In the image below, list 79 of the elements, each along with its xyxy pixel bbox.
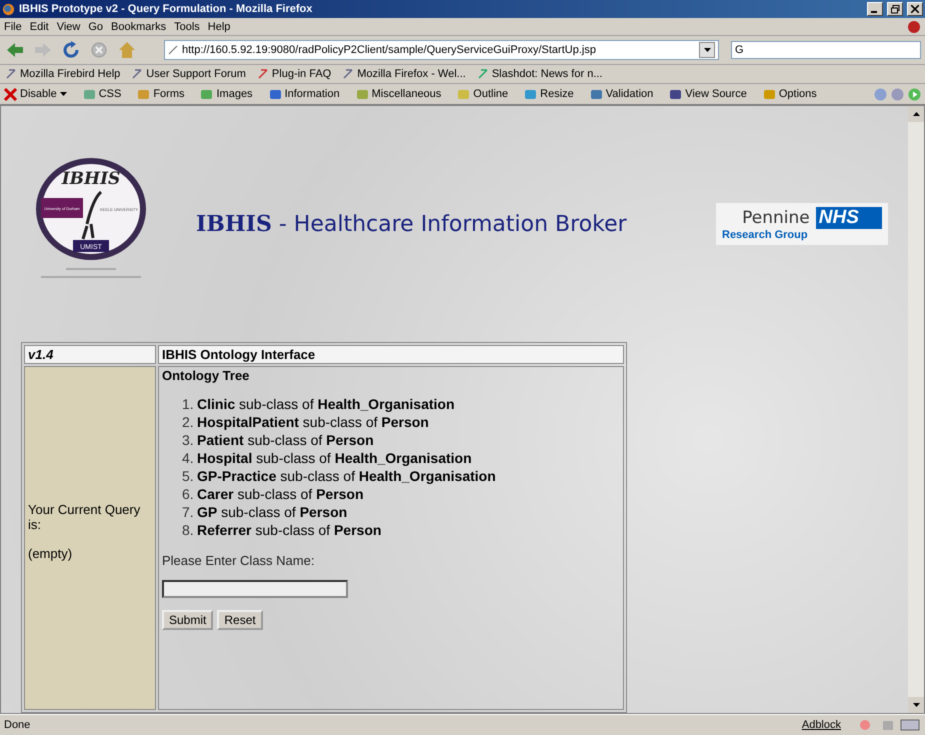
menu-item[interactable]: File — [4, 20, 22, 32]
ontology-item: HospitalPatient sub-class of Person — [197, 413, 429, 431]
reset-button[interactable]: Reset — [217, 610, 263, 630]
close-button[interactable] — [907, 2, 923, 16]
item-number: 7. — [182, 503, 192, 521]
status-text: Done — [4, 719, 32, 731]
bookmark-link[interactable]: Plug-in FAQ — [258, 68, 332, 80]
restore-icon — [890, 4, 900, 14]
dropdown-button[interactable] — [699, 42, 715, 58]
caret-icon — [704, 48, 710, 52]
menu-item[interactable]: Go — [88, 20, 104, 32]
item-number: 2. — [182, 413, 192, 431]
toolbar-icon — [137, 88, 150, 100]
ontology-item: GP-Practice sub-class of Health_Organisation — [197, 467, 496, 485]
item-number: 3. — [182, 431, 192, 449]
class-name-field[interactable] — [162, 580, 348, 598]
item-number: 8. — [182, 521, 192, 539]
menu-item[interactable]: Bookmarks — [111, 20, 166, 32]
toolbar-button[interactable]: Images — [200, 88, 253, 100]
page-heading: IBHIS - Healthcare Information Broker — [196, 211, 627, 237]
class-name-label: Please Enter Class Name: — [162, 553, 316, 568]
caret-icon — [60, 92, 67, 96]
bookmark-link[interactable]: Mozilla Firebird Help — [6, 68, 120, 80]
toolbar-button[interactable]: Miscellaneous — [356, 88, 442, 100]
bookmark-link[interactable]: Slashdot: News for n... — [478, 68, 602, 80]
toolbar-button[interactable]: View Source — [669, 88, 747, 100]
scroll-down-icon[interactable] — [912, 703, 920, 707]
item-number: 6. — [182, 485, 192, 503]
toolbar-icon — [200, 88, 214, 100]
item-number: 4. — [182, 449, 192, 467]
adblock-link[interactable]: Adblock — [802, 719, 841, 731]
toolbar-button[interactable]: Disable — [4, 88, 67, 100]
menu-item[interactable]: Edit — [30, 20, 49, 32]
bookmark-link[interactable]: User Support Forum — [132, 68, 246, 80]
scrollbar[interactable] — [908, 106, 924, 713]
table-header: IBHIS Ontology Interface — [158, 345, 624, 364]
toolbar-button[interactable]: Validation — [590, 88, 654, 100]
window-title: IBHIS Prototype v2 - Query Formulation - Mozilla Firefox — [19, 3, 314, 15]
cross-icon — [4, 88, 17, 100]
toolbar-button[interactable]: CSS — [82, 88, 122, 100]
toolbar-icon — [590, 88, 603, 100]
restore-button[interactable] — [887, 2, 903, 16]
toolbar-button[interactable]: Resize — [524, 88, 574, 100]
version-cell: v1.4 — [24, 345, 156, 364]
toolbar-icon — [268, 88, 282, 100]
menu-item[interactable]: Tools — [174, 20, 200, 32]
item-number: 5. — [182, 467, 192, 485]
query-value: (empty) — [28, 546, 74, 560]
toolbar-button[interactable]: Outline — [457, 88, 508, 100]
minimize-button[interactable] — [867, 2, 883, 16]
ontology-item: Carer sub-class of Person — [197, 485, 364, 503]
toolbar-icon — [457, 88, 470, 100]
toolbar-button[interactable]: Information — [268, 88, 340, 100]
submit-button[interactable]: Submit — [162, 610, 214, 630]
query-label: Your Current Query is: — [28, 502, 142, 532]
toolbar-icon — [82, 88, 96, 100]
scroll-up-icon[interactable] — [912, 112, 920, 116]
toolbar-icon — [762, 88, 776, 100]
toolbar-icon — [356, 88, 369, 100]
ontology-item: Patient sub-class of Person — [197, 431, 374, 449]
search-field[interactable]: G — [731, 41, 921, 59]
toolbar-button[interactable]: Forms — [137, 88, 184, 100]
item-number: 1. — [182, 395, 192, 413]
nhs-logo: Pennine NHS Research Group — [716, 203, 888, 245]
toolbar-icon — [669, 88, 682, 100]
ontology-item: GP sub-class of Person — [197, 503, 348, 521]
ontology-item: Referrer sub-class of Person — [197, 521, 382, 539]
menu-item[interactable]: Help — [208, 20, 230, 32]
ontology-item: Hospital sub-class of Health_Organisation — [197, 449, 472, 467]
globe-icon — [2, 2, 15, 16]
bookmark-link[interactable]: Mozilla Firefox - Wel... — [343, 68, 466, 80]
ontology-item: Clinic sub-class of Health_Organisation — [197, 395, 455, 413]
address-field[interactable]: http://160.5.92.19:9080/radPolicyP2Client/sample/QueryServiceGuiProxy/StartUp.jsp — [164, 40, 719, 60]
toolbar-button[interactable]: Options — [762, 88, 817, 100]
play-icon[interactable] — [908, 88, 921, 100]
close-icon — [911, 5, 919, 13]
tree-title: Ontology Tree — [162, 368, 250, 383]
menu-item[interactable]: View — [56, 20, 80, 32]
toolbar-icon — [524, 88, 538, 100]
